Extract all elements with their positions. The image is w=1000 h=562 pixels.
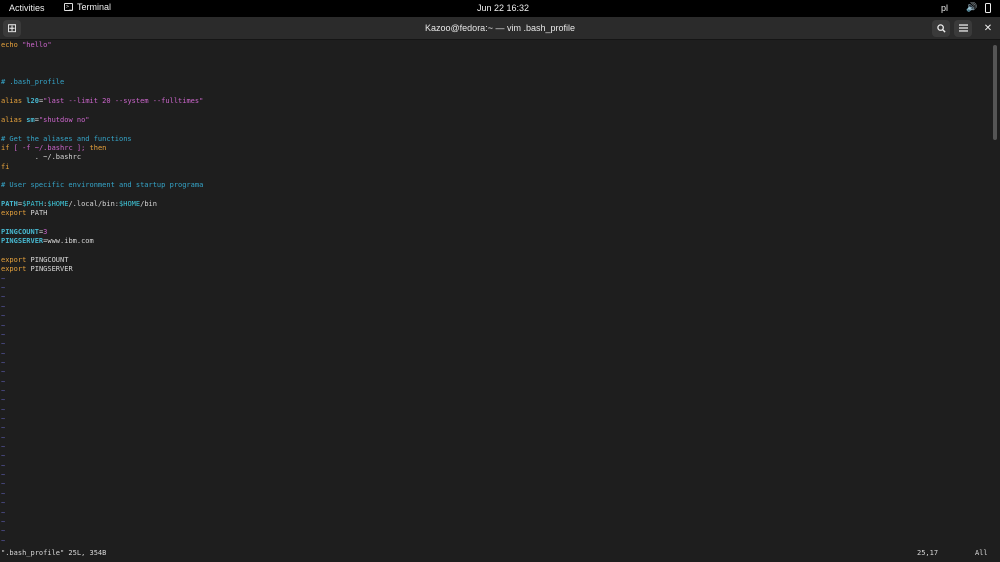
empty-line-tilde: ~ [1, 396, 6, 405]
code-line: PINGSERVER=www.ibm.com [1, 237, 94, 246]
code-token: fi [1, 162, 10, 171]
code-token: PINGCOUNT [30, 256, 69, 265]
app-menu[interactable]: >_ Terminal [64, 2, 111, 12]
code-token: # User specific environment and startup … [1, 181, 204, 190]
code-line: export PINGCOUNT [1, 256, 68, 265]
code-token: PINGCOUNT [1, 228, 39, 236]
code-token: alias [1, 115, 27, 124]
empty-line-tilde: ~ [1, 424, 6, 433]
code-token: export [1, 265, 31, 274]
empty-line-tilde: ~ [1, 330, 6, 339]
empty-line-tilde: ~ [1, 368, 6, 377]
empty-line-tilde: ~ [1, 321, 6, 330]
code-line: # Get the aliases and functions [1, 135, 132, 144]
empty-line-tilde: ~ [1, 489, 6, 498]
empty-line-tilde: ~ [1, 358, 6, 367]
empty-line-tilde: ~ [1, 377, 6, 386]
empty-line-tilde: ~ [1, 461, 6, 470]
empty-line-tilde: ~ [1, 508, 6, 517]
scrollbar[interactable] [993, 45, 997, 140]
window-title: Kazoo@fedora:~ — vim .bash_profile [425, 23, 575, 33]
code-token: alias [1, 97, 27, 106]
empty-line-tilde: ~ [1, 433, 6, 442]
cursor-position: 25,17 [917, 549, 939, 557]
vim-status-line: ".bash_profile" 25L, 354B 25,17 All [0, 547, 1000, 559]
keyboard-layout-indicator[interactable]: pl [941, 3, 948, 13]
empty-line-tilde: ~ [1, 405, 6, 414]
empty-line-tilde: ~ [1, 452, 6, 461]
close-button[interactable]: ✕ [979, 20, 997, 37]
search-button[interactable] [932, 20, 950, 37]
code-token: "shutdow no" [38, 115, 90, 124]
code-line: PATH=$PATH:$HOME/.local/bin:$HOME/bin [1, 200, 157, 209]
empty-line-tilde: ~ [1, 471, 6, 480]
code-token: PINGSERVER [30, 265, 73, 274]
code-token: /.local/bin: [68, 199, 120, 208]
activities-button[interactable]: Activities [9, 3, 45, 13]
empty-line-tilde: ~ [1, 293, 6, 302]
code-token: # Get the aliases and functions [1, 134, 132, 143]
code-token: export [1, 209, 31, 218]
code-token: "hello" [22, 41, 52, 49]
code-line: # .bash_profile [1, 78, 64, 87]
code-token: $PATH [22, 199, 44, 208]
code-line: export PINGSERVER [1, 265, 73, 274]
code-token: $HOME [119, 199, 141, 208]
code-token: PATH [30, 209, 48, 218]
terminal-header-bar: ⊞ Kazoo@fedora:~ — vim .bash_profile ✕ [0, 17, 1000, 40]
empty-line-tilde: ~ [1, 302, 6, 311]
code-token: /bin [140, 199, 157, 208]
scroll-percentage: All [975, 549, 988, 557]
empty-line-tilde: ~ [1, 527, 6, 536]
hamburger-menu-icon [958, 24, 968, 32]
code-line: alias sm="shutdow no" [1, 116, 90, 125]
code-line: PINGCOUNT=3 [1, 228, 47, 237]
code-token: "last --limit 20 --system --fulltimes" [43, 97, 204, 106]
vim-buffer[interactable]: echo "hello" # .bash_profilealias l20="la… [0, 41, 992, 546]
code-line: . ~/.bashrc [1, 153, 81, 162]
code-token: sm [26, 115, 35, 124]
code-token: export [1, 256, 31, 265]
file-info: ".bash_profile" 25L, 354B [1, 549, 107, 557]
empty-line-tilde: ~ [1, 499, 6, 508]
code-line: export PATH [1, 209, 47, 218]
code-token: [ -f ~/.bashrc ]; [9, 143, 90, 152]
code-line: echo "hello" [1, 41, 52, 50]
terminal-icon: >_ [64, 3, 73, 11]
empty-line-tilde: ~ [1, 284, 6, 293]
code-line: alias l20="last --limit 20 --system --fu… [1, 97, 203, 106]
code-line: # User specific environment and startup … [1, 181, 203, 190]
code-token: echo [1, 41, 23, 49]
close-icon: ✕ [983, 23, 993, 34]
empty-line-tilde: ~ [1, 349, 6, 358]
volume-icon[interactable]: 🔊 [966, 2, 977, 13]
menu-button[interactable] [954, 20, 972, 37]
code-token: =www.ibm.com [43, 237, 94, 246]
empty-line-tilde: ~ [1, 340, 6, 349]
empty-line-tilde: ~ [1, 443, 6, 452]
code-token: PINGSERVER [1, 237, 44, 246]
empty-line-tilde: ~ [1, 415, 6, 423]
code-token: PATH [1, 199, 18, 208]
code-token: l20 [26, 97, 39, 106]
battery-icon[interactable] [985, 3, 991, 13]
code-token: . ~/.bashrc [1, 153, 82, 162]
code-token: then [89, 143, 107, 152]
empty-line-tilde: ~ [1, 517, 6, 526]
app-name: Terminal [77, 2, 112, 12]
clock[interactable]: Jun 22 16:32 [477, 3, 529, 13]
empty-line-tilde: ~ [1, 536, 6, 545]
search-icon [936, 24, 946, 33]
code-token: $HOME [47, 199, 69, 208]
empty-line-tilde: ~ [1, 312, 6, 321]
code-token: 3 [43, 228, 48, 236]
empty-line-tilde: ~ [1, 480, 6, 489]
code-line: fi [1, 163, 9, 172]
code-token: # .bash_profile [1, 78, 65, 87]
empty-line-tilde: ~ [1, 274, 6, 283]
empty-line-tilde: ~ [1, 386, 6, 395]
gnome-top-bar: Activities >_ Terminal Jun 22 16:32 pl 🔊 [0, 0, 1000, 17]
code-line: if [ -f ~/.bashrc ]; then [1, 144, 106, 153]
